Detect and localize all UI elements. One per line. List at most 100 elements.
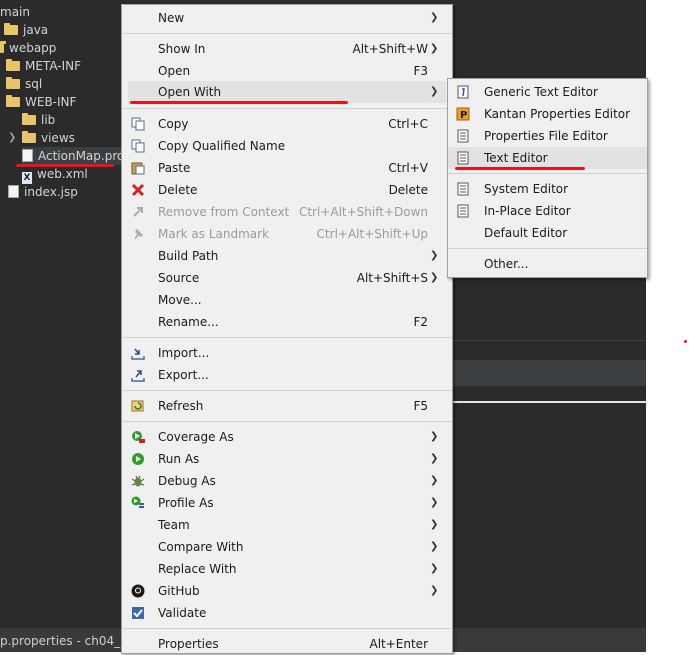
submenu-item-label: Other...	[484, 257, 529, 271]
menu-item-delete[interactable]: Delete Delete	[122, 179, 452, 201]
tree-item-label: main	[0, 5, 30, 19]
menu-item-copy-qualified-name[interactable]: Copy Qualified Name	[122, 135, 452, 157]
menu-item-label: Validate	[158, 606, 207, 620]
import-icon	[131, 346, 145, 360]
menu-item-run-as[interactable]: Run As ❯	[122, 448, 452, 470]
submenu-item-default-editor[interactable]: Default Editor	[448, 222, 647, 244]
menu-item-coverage-as[interactable]: Coverage As ❯	[122, 426, 452, 448]
annotation-underline-text-editor	[455, 167, 585, 170]
github-icon	[131, 584, 145, 598]
menu-item-replace-with[interactable]: Replace With ❯	[122, 558, 452, 580]
tree-item-lib[interactable]: lib	[22, 111, 55, 129]
menu-item-label: Coverage As	[158, 430, 234, 444]
folder-icon	[4, 23, 18, 35]
copy-qualified-icon	[131, 139, 145, 153]
menu-item-shortcut: F5	[413, 399, 428, 413]
annotation-underline-open-with	[130, 101, 348, 104]
submenu-item-system-editor[interactable]: System Editor	[448, 178, 647, 200]
remove-context-icon	[131, 205, 145, 219]
menu-item-label: Paste	[158, 161, 191, 175]
menu-item-shortcut: Alt+Shift+S	[356, 271, 428, 285]
tree-item-index-jsp[interactable]: index.jsp	[8, 183, 78, 201]
tree-item-label: java	[23, 23, 49, 37]
folder-icon	[0, 41, 6, 53]
properties-file-icon	[22, 149, 33, 162]
submenu-item-properties-file-editor[interactable]: Properties File Editor	[448, 125, 647, 147]
annotation-underline-actionmap	[16, 164, 114, 167]
menu-item-label: Export...	[158, 368, 209, 382]
submenu-item-in-place-editor[interactable]: In-Place Editor	[448, 200, 647, 222]
menu-item-show-in[interactable]: Show In Alt+Shift+W ❯	[122, 38, 452, 60]
jsp-file-icon	[8, 185, 19, 198]
menu-item-open-with[interactable]: Open With ❯	[128, 81, 446, 103]
chevron-right-icon: ❯	[430, 519, 439, 530]
menu-item-validate[interactable]: Validate	[122, 602, 452, 624]
menu-item-label: Compare With	[158, 540, 244, 554]
paste-icon	[131, 161, 145, 175]
text-file-icon	[456, 151, 470, 165]
menu-item-source[interactable]: Source Alt+Shift+S ❯	[122, 267, 452, 289]
menu-item-label: Run As	[158, 452, 200, 466]
delete-icon	[131, 183, 145, 197]
tree-item-actionmap-properties[interactable]: ActionMap.pro	[22, 147, 125, 165]
tree-item-sql[interactable]: sql	[6, 75, 42, 93]
properties-file-icon	[456, 129, 470, 143]
export-icon	[131, 368, 145, 382]
profile-icon	[131, 496, 145, 510]
menu-separator	[122, 108, 452, 109]
view-divider	[452, 401, 646, 403]
tree-item-label: sql	[25, 77, 43, 91]
menu-item-export[interactable]: Export...	[122, 364, 452, 386]
chevron-right-icon: ❯	[430, 453, 439, 464]
folder-icon	[6, 77, 20, 89]
menu-item-profile-as[interactable]: Profile As ❯	[122, 492, 452, 514]
menu-item-label: Move...	[158, 293, 202, 307]
menu-item-copy[interactable]: Copy Ctrl+C	[122, 113, 452, 135]
submenu-item-other[interactable]: Other...	[448, 253, 647, 275]
chevron-right-icon: ❯	[430, 272, 439, 283]
menu-separator	[122, 33, 452, 34]
menu-item-shortcut: F3	[413, 64, 428, 78]
menu-item-import[interactable]: Import...	[122, 342, 452, 364]
submenu-item-text-editor[interactable]: Text Editor	[448, 147, 647, 169]
tree-item-main[interactable]: main	[0, 3, 30, 21]
chevron-right-icon[interactable]: ❯	[8, 129, 16, 147]
menu-item-shortcut: Alt+Shift+W	[352, 42, 429, 56]
menu-separator	[122, 337, 452, 338]
chevron-right-icon: ❯	[430, 250, 439, 261]
submenu-item-label: Kantan Properties Editor	[484, 107, 631, 121]
menu-item-paste[interactable]: Paste Ctrl+V	[122, 157, 452, 179]
refresh-icon	[131, 399, 145, 413]
tree-item-label: lib	[41, 113, 56, 127]
menu-item-debug-as[interactable]: Debug As ❯	[122, 470, 452, 492]
tree-item-webapp[interactable]: webapp	[0, 39, 56, 57]
kantan-editor-icon: P	[456, 107, 470, 121]
menu-item-move[interactable]: Move...	[122, 289, 452, 311]
submenu-item-label: Generic Text Editor	[484, 85, 598, 99]
menu-item-open[interactable]: Open F3	[122, 60, 452, 82]
menu-item-new[interactable]: New ❯	[122, 7, 452, 29]
open-with-submenu: Generic Text Editor P Kantan Properties …	[447, 78, 648, 278]
menu-item-mark-as-landmark[interactable]: Mark as Landmark Ctrl+Alt+Shift+Up	[122, 223, 452, 245]
folder-icon	[6, 59, 20, 71]
menu-item-github[interactable]: GitHub ❯	[122, 580, 452, 602]
svg-text:P: P	[460, 110, 467, 121]
menu-item-remove-from-context[interactable]: Remove from Context Ctrl+Alt+Shift+Down	[122, 201, 452, 223]
menu-item-label: Remove from Context	[158, 205, 290, 219]
submenu-item-generic-text-editor[interactable]: Generic Text Editor	[448, 81, 647, 103]
tree-item-meta-inf[interactable]: META-INF	[6, 57, 81, 75]
submenu-item-kantan-properties-editor[interactable]: P Kantan Properties Editor	[448, 103, 647, 125]
annotation-dot	[684, 340, 687, 343]
menu-item-label: Show In	[158, 42, 206, 56]
menu-item-build-path[interactable]: Build Path ❯	[122, 245, 452, 267]
menu-item-rename[interactable]: Rename... F2	[122, 311, 452, 333]
tree-item-java[interactable]: java	[4, 21, 48, 39]
menu-item-compare-with[interactable]: Compare With ❯	[122, 536, 452, 558]
tree-item-web-xml[interactable]: Xweb.xml	[22, 165, 88, 184]
tree-item-web-inf[interactable]: WEB-INF	[6, 93, 76, 111]
menu-item-refresh[interactable]: Refresh F5	[122, 395, 452, 417]
menu-item-label: Open With	[158, 85, 222, 99]
menu-separator	[122, 390, 452, 391]
menu-item-team[interactable]: Team ❯	[122, 514, 452, 536]
tree-item-views[interactable]: ❯ views	[8, 129, 75, 147]
